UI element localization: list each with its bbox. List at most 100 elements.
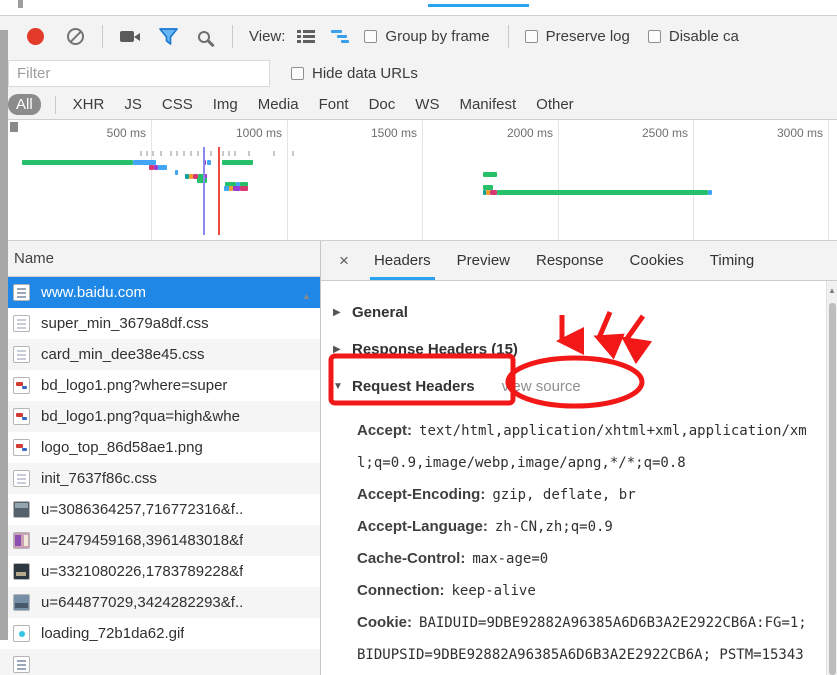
preserve-log-label: Preserve log: [546, 28, 630, 45]
request-row[interactable]: bd_logo1.png?where=super: [0, 370, 320, 401]
request-row[interactable]: card_min_dee38e45.css: [0, 339, 320, 370]
request-row[interactable]: www.baidu.com: [0, 277, 320, 308]
type-filter-js[interactable]: JS: [121, 95, 145, 114]
type-filter-img[interactable]: Img: [210, 95, 241, 114]
waterfall-bar-segment: [175, 170, 178, 175]
request-row[interactable]: init_7637f86c.css: [0, 463, 320, 494]
toolbar-divider: [232, 25, 233, 48]
request-row[interactable]: u=2479459168,3961483018&f: [0, 525, 320, 556]
header-line-cache-control: Cache-Control:max-age=0: [357, 543, 811, 575]
ruler-gridline: [287, 120, 288, 240]
filter-input[interactable]: [8, 60, 270, 87]
search-icon[interactable]: [198, 31, 210, 43]
type-filter-ws[interactable]: WS: [412, 95, 442, 114]
overview-drag-handle[interactable]: [10, 122, 18, 132]
timeline-overview[interactable]: 500 ms1000 ms1500 ms2000 ms2500 ms3000 m…: [0, 120, 837, 241]
view-source-link[interactable]: view source: [502, 378, 581, 395]
hide-data-urls-checkbox[interactable]: [291, 67, 304, 80]
details-tabs-bar: × HeadersPreviewResponseCookiesTiming: [321, 241, 837, 281]
request-rows-view-icon[interactable]: [297, 30, 315, 43]
request-row[interactable]: super_min_3679a8df.css: [0, 308, 320, 339]
waterfall-bar-segment: [197, 178, 207, 183]
scroll-up-icon[interactable]: ▲: [828, 286, 836, 295]
ruler-gridline: [558, 120, 559, 240]
disable-cache-checkbox[interactable]: [648, 30, 661, 43]
request-rows: www.baidu.comsuper_min_3679a8df.csscard_…: [0, 277, 320, 675]
request-row[interactable]: logo_top_86d58ae1.png: [0, 432, 320, 463]
header-value: text/html,application/xhtml+xml,applicat…: [357, 423, 807, 471]
request-row[interactable]: u=3321080226,1783789228&f: [0, 556, 320, 587]
type-filter-xhr[interactable]: XHR: [70, 95, 108, 114]
header-key: Accept-Language:: [357, 518, 488, 535]
type-filter-manifest[interactable]: Manifest: [456, 95, 519, 114]
waterfall-tick: [292, 151, 294, 156]
overview-waterfall-icon[interactable]: [331, 30, 349, 43]
hide-data-urls-label: Hide data URLs: [312, 65, 418, 82]
tab-headers[interactable]: Headers: [361, 241, 444, 280]
close-icon[interactable]: ×: [331, 241, 361, 280]
request-name: init_7637f86c.css: [41, 470, 157, 487]
ruler-gridline: [422, 120, 423, 240]
tab-preview[interactable]: Preview: [444, 241, 523, 280]
headers-content: ▶General▶Response Headers (15)▼Request H…: [321, 281, 837, 675]
type-filter-media[interactable]: Media: [255, 95, 302, 114]
header-line-accept-language: Accept-Language:zh-CN,zh;q=0.9: [357, 511, 811, 543]
group-by-frame-checkbox[interactable]: [364, 30, 377, 43]
waterfall-bar-segment: [233, 186, 240, 191]
waterfall-bar-segment: [222, 160, 253, 165]
request-row[interactable]: u=3086364257,716772316&f..: [0, 494, 320, 525]
request-row[interactable]: [0, 649, 320, 675]
triangle-right-icon[interactable]: ▶: [333, 307, 343, 318]
waterfall-tick: [160, 151, 162, 156]
triangle-down-icon[interactable]: ▼: [333, 381, 343, 392]
request-name: bd_logo1.png?where=super: [41, 377, 227, 394]
top-band: [0, 0, 837, 15]
document-icon: [13, 656, 30, 673]
waterfall-tick: [183, 151, 185, 156]
type-filter-css[interactable]: CSS: [159, 95, 196, 114]
header-key: Connection:: [357, 582, 445, 599]
panel-divider[interactable]: [320, 241, 321, 675]
view-label: View:: [249, 28, 285, 45]
waterfall-bar-segment: [22, 160, 133, 165]
scroll-up-icon[interactable]: ▲: [302, 291, 311, 301]
request-row[interactable]: u=644877029,3424282293&f..: [0, 587, 320, 618]
network-main-area: Name www.baidu.comsuper_min_3679a8df.css…: [0, 241, 837, 675]
screenshot-camera-icon[interactable]: [120, 31, 134, 42]
type-filter-other[interactable]: Other: [533, 95, 577, 114]
section-general[interactable]: ▶General: [333, 293, 811, 331]
disable-cache-label: Disable ca: [669, 28, 739, 45]
network-toolbar: View: Group by frame Preserve log Disabl…: [0, 15, 837, 57]
filter-funnel-icon[interactable]: [158, 27, 179, 46]
type-filter-doc[interactable]: Doc: [366, 95, 399, 114]
preserve-log-checkbox[interactable]: [525, 30, 538, 43]
header-sections: ▶General▶Response Headers (15)▼Request H…: [333, 293, 811, 405]
request-name: u=2479459168,3961483018&f: [41, 532, 243, 549]
section-title: Response Headers (15): [352, 341, 518, 358]
image-icon: [13, 532, 30, 549]
details-scrollbar[interactable]: ▲: [826, 281, 837, 675]
triangle-right-icon[interactable]: ▶: [333, 344, 343, 355]
section-request-headers[interactable]: ▼Request Headersview source: [333, 368, 811, 405]
section-response-headers-15[interactable]: ▶ Response Headers (15): [333, 331, 811, 368]
ruler-gridline: [693, 120, 694, 240]
waterfall-tick: [228, 151, 230, 156]
type-filter-all[interactable]: All: [8, 94, 41, 115]
request-name: u=3321080226,1783789228&f: [41, 563, 243, 580]
request-name: logo_top_86d58ae1.png: [41, 439, 203, 456]
request-row[interactable]: loading_72b1da62.gif: [0, 618, 320, 649]
tab-cookies[interactable]: Cookies: [617, 241, 697, 280]
scrollbar-thumb[interactable]: [829, 303, 836, 675]
image-icon: [13, 563, 30, 580]
tab-timing[interactable]: Timing: [697, 241, 767, 280]
tab-response[interactable]: Response: [523, 241, 617, 280]
request-name: bd_logo1.png?qua=high&whe: [41, 408, 240, 425]
header-value: gzip, deflate, br: [492, 487, 635, 503]
name-column-label: Name: [14, 250, 54, 267]
header-key: Cache-Control:: [357, 550, 465, 567]
clear-icon[interactable]: [67, 28, 84, 45]
record-icon[interactable]: [27, 28, 44, 45]
request-row[interactable]: bd_logo1.png?qua=high&whe: [0, 401, 320, 432]
name-column-header[interactable]: Name: [0, 241, 320, 277]
type-filter-font[interactable]: Font: [316, 95, 352, 114]
